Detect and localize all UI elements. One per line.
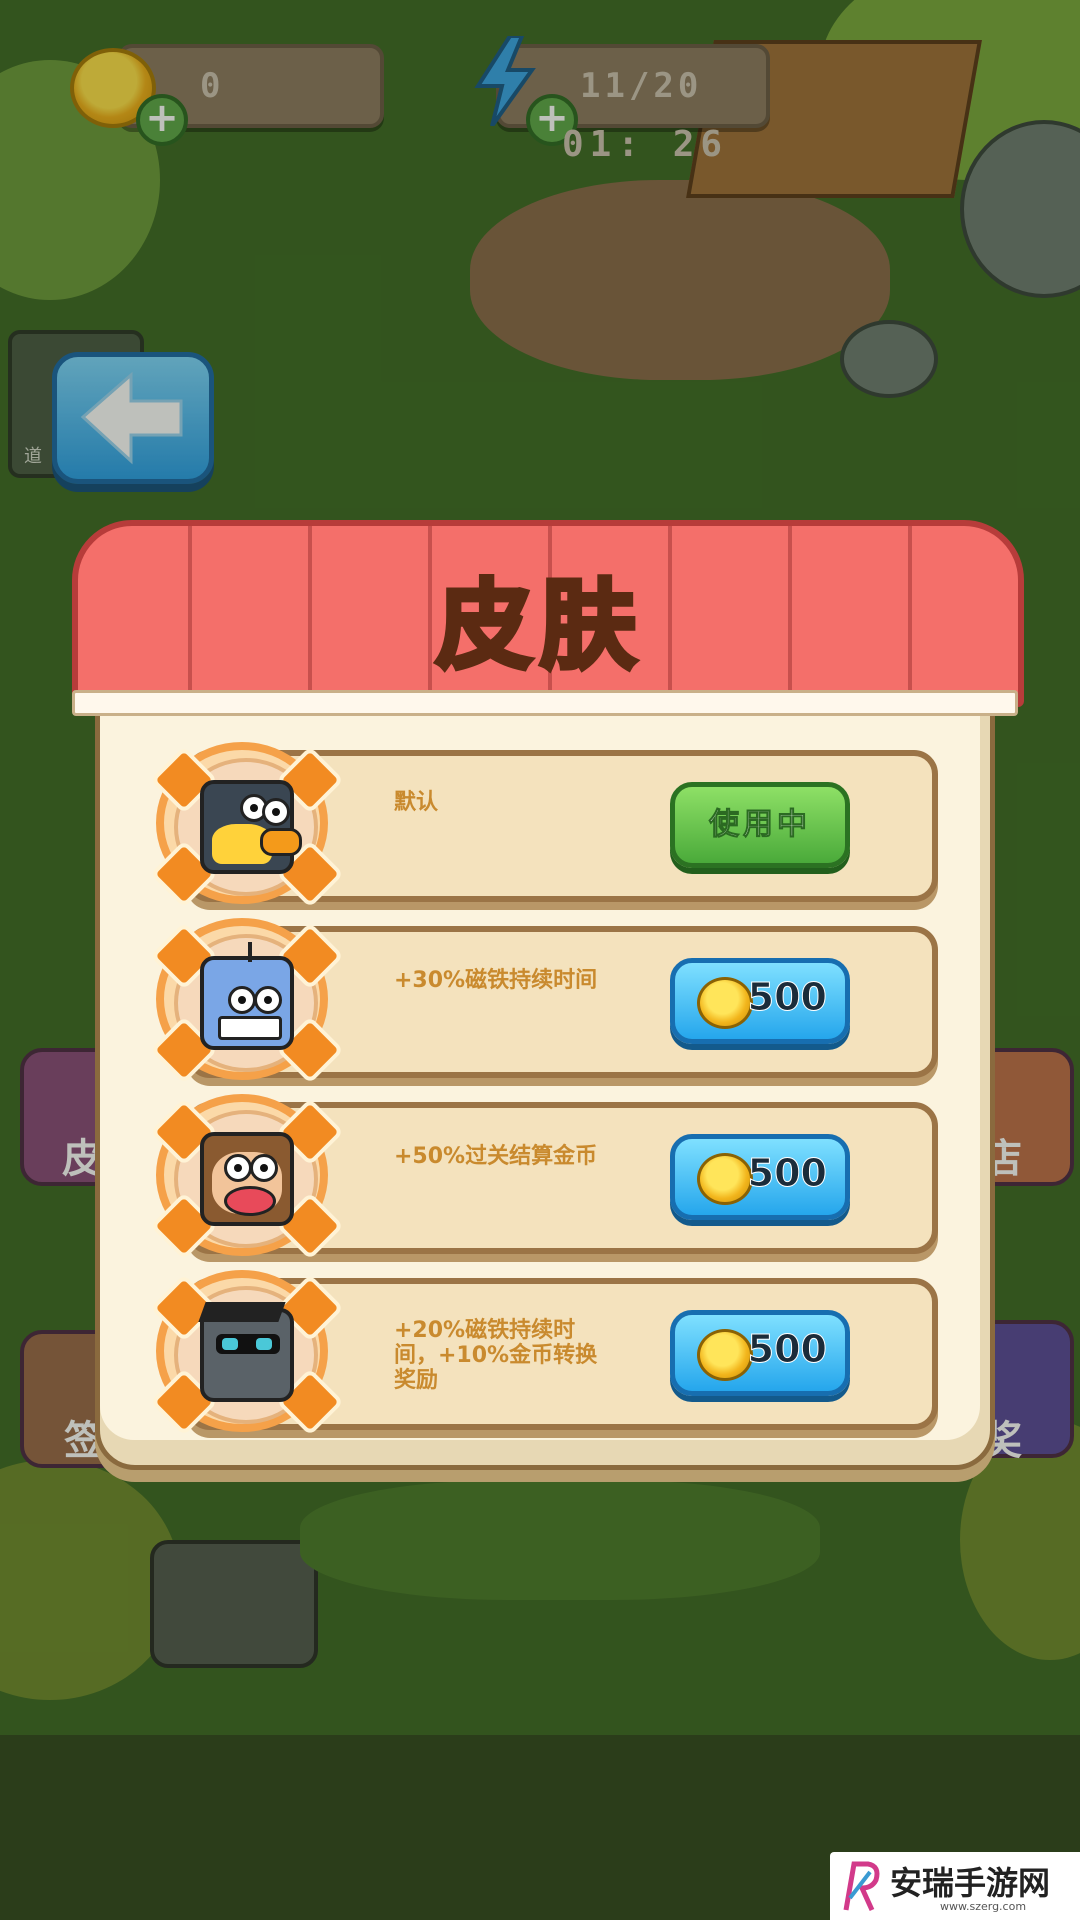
skin-avatar-frame	[146, 918, 344, 1084]
coin-icon	[697, 1153, 753, 1205]
skin-avatar-frame	[146, 1270, 344, 1436]
cool-robot-icon	[198, 1302, 294, 1402]
skin-price: 500	[747, 975, 827, 1020]
watermark-title: 安瑞手游网	[890, 1864, 1051, 1902]
in-use-button[interactable]: 使用中	[670, 782, 850, 868]
coin-icon	[697, 1329, 753, 1381]
watermark-url: www.szerg.com	[940, 1900, 1027, 1913]
shark-icon	[200, 942, 294, 1050]
buy-skin-button[interactable]: 500	[670, 1310, 850, 1396]
penguin-duck-icon	[200, 780, 302, 874]
skin-description: +20%磁铁持续时间，+10%金币转换奖励	[394, 1318, 598, 1393]
skin-avatar-frame	[146, 742, 344, 908]
skin-price: 500	[747, 1327, 827, 1372]
buy-skin-button[interactable]: 500	[670, 1134, 850, 1220]
buy-skin-button[interactable]: 500	[670, 958, 850, 1044]
skin-description: 默认	[394, 790, 439, 815]
monkey-icon	[200, 1132, 294, 1226]
skin-price: 500	[747, 1151, 827, 1196]
skin-avatar-frame	[146, 1094, 344, 1260]
skin-description: +50%过关结算金币	[394, 1144, 598, 1169]
coin-icon	[697, 977, 753, 1029]
panel-title: 皮肤	[434, 568, 644, 685]
awning-trim	[72, 690, 1018, 716]
site-logo-icon	[843, 1861, 880, 1912]
site-watermark: 安瑞手游网 www.szerg.com	[830, 1852, 1080, 1920]
skin-description: +30%磁铁持续时间	[394, 968, 598, 993]
